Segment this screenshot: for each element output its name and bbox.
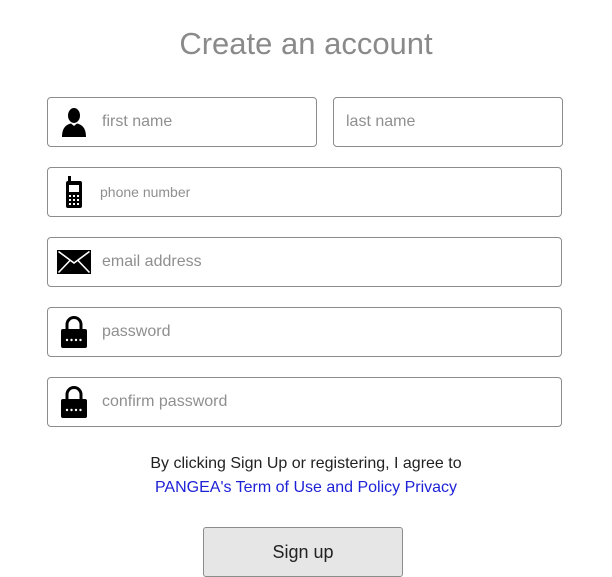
password-field xyxy=(47,307,562,357)
phone-field xyxy=(47,167,562,217)
page-title: Create an account xyxy=(179,26,433,61)
terms-link-container: PANGEA's Term of Use and Policy Privacy xyxy=(0,479,612,497)
sign-up-button[interactable]: Sign up xyxy=(203,527,403,577)
terms-link[interactable]: PANGEA's Term of Use and Policy Privacy xyxy=(155,479,457,496)
last-name-field xyxy=(333,97,563,147)
terms-text: By clicking Sign Up or registering, I ag… xyxy=(150,455,462,472)
confirm-password-input[interactable] xyxy=(102,378,552,426)
email-field xyxy=(47,237,562,287)
phone-input[interactable] xyxy=(100,168,550,216)
email-input[interactable] xyxy=(102,238,552,286)
first-name-field xyxy=(47,97,317,147)
lock-icon xyxy=(56,308,92,356)
last-name-input[interactable] xyxy=(346,98,551,146)
mobile-phone-icon xyxy=(56,168,92,216)
person-icon xyxy=(56,98,92,146)
envelope-icon xyxy=(55,238,93,286)
password-input[interactable] xyxy=(102,308,552,356)
confirm-password-field xyxy=(47,377,562,427)
first-name-input[interactable] xyxy=(102,98,307,146)
lock-icon xyxy=(56,378,92,426)
